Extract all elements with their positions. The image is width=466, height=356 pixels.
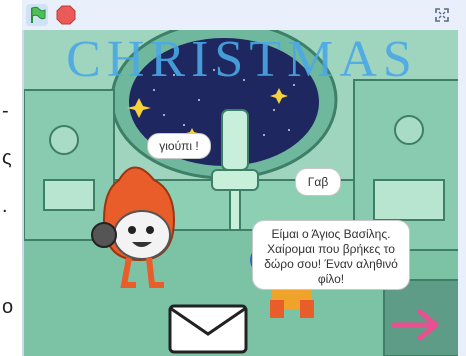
stage[interactable]: CHRISTMAS γιούπι ! Γαβ Είμαι ο Άγιος Βασ… [22, 30, 460, 356]
left-text-1: - [2, 100, 9, 122]
left-text-2: ς [2, 147, 12, 169]
arrow-right-icon[interactable] [390, 308, 446, 342]
left-text-4: ο [2, 296, 14, 318]
dog-speech-bubble: Γαβ [295, 168, 341, 196]
left-page-fragment: - ς . ο [0, 0, 22, 356]
fullscreen-icon[interactable] [432, 5, 452, 25]
left-text-3: . [2, 195, 8, 217]
stage-toolbar [22, 0, 466, 30]
stage-title: CHRISTMAS [66, 31, 418, 88]
cat-speech-bubble: γιούπι ! [147, 133, 211, 159]
stop-icon[interactable] [56, 5, 76, 25]
green-flag-icon[interactable] [26, 4, 48, 26]
santa-speech-bubble: Είμαι ο Άγιος Βασίλης. Χαίρομαι που βρήκ… [252, 220, 410, 290]
stage-right-border [458, 30, 466, 356]
envelope-icon[interactable] [168, 304, 248, 354]
